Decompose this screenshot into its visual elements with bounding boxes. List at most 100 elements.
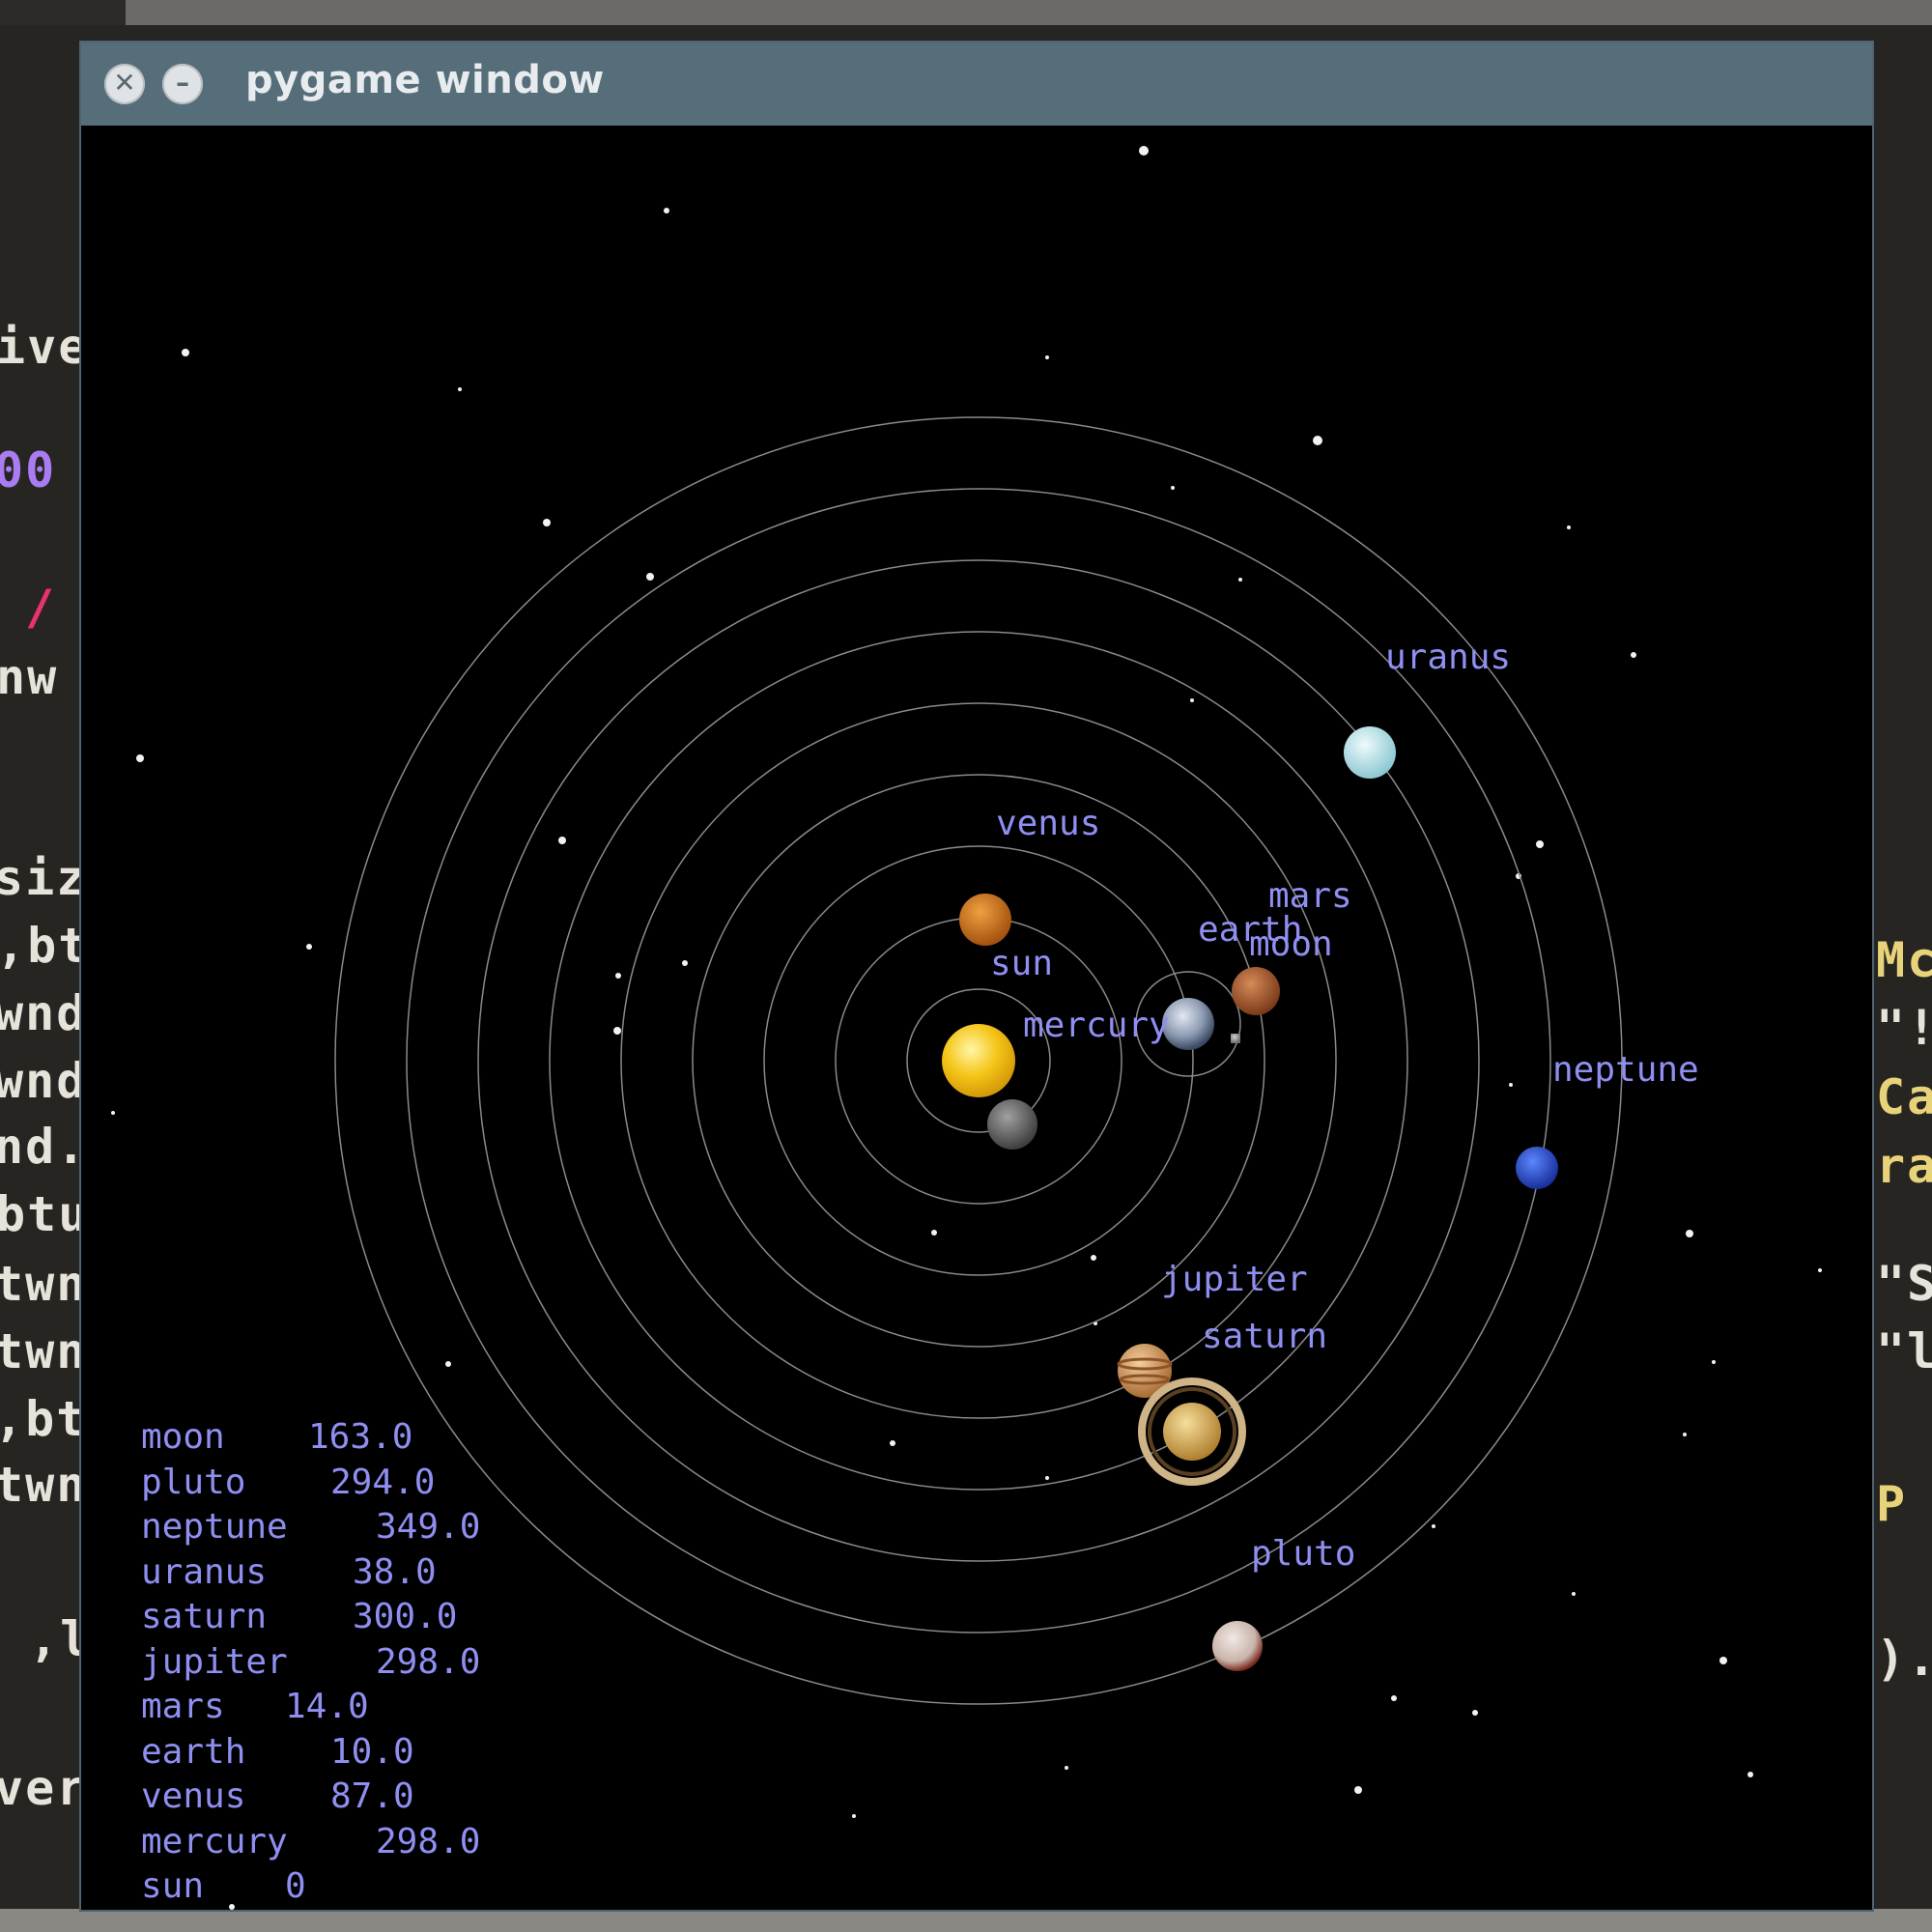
stat-value: 300.0 (353, 1597, 458, 1636)
uranus-body (1344, 726, 1396, 779)
close-button[interactable]: ✕ (104, 64, 145, 104)
neptune-body (1516, 1147, 1558, 1189)
stat-name: sun (141, 1866, 205, 1906)
star (613, 1027, 621, 1035)
editor-code-fragment: twn (0, 1323, 88, 1379)
moon-body (1231, 1034, 1240, 1043)
pygame-canvas[interactable]: uranus venus mars earth moon sun mercury… (81, 126, 1872, 1910)
star (1683, 1433, 1687, 1436)
pluto-body (1212, 1621, 1263, 1671)
star (229, 1904, 235, 1910)
close-icon: ✕ (113, 67, 136, 99)
star (931, 1230, 937, 1236)
minimize-button[interactable]: – (162, 64, 203, 104)
editor-code-fragment: ra (1876, 1138, 1932, 1194)
stat-value: 10.0 (330, 1731, 414, 1772)
stat-value: 38.0 (353, 1551, 437, 1592)
stat-name: pluto (141, 1462, 246, 1502)
editor-code-fragment: twn (0, 1457, 88, 1513)
pygame-window[interactable]: ✕ – pygame window uranus venus mars eart… (79, 41, 1874, 1912)
star (615, 973, 621, 979)
label-mars: mars (1268, 876, 1352, 916)
editor-code-fragment: wnd (0, 985, 88, 1041)
stat-name: moon (141, 1417, 225, 1457)
editor-code-fragment: Ca (1876, 1069, 1932, 1125)
window-titlebar[interactable]: ✕ – pygame window (81, 43, 1872, 127)
label-mercury: mercury (1023, 1006, 1170, 1045)
saturn-body (1163, 1403, 1221, 1461)
editor-code-fragment: 00 (0, 442, 57, 498)
star (1567, 526, 1571, 529)
star (111, 1111, 115, 1115)
stat-name: jupiter (141, 1641, 288, 1682)
mars-body (1232, 967, 1280, 1015)
star (1045, 1476, 1049, 1480)
label-uranus: uranus (1385, 638, 1512, 677)
star (1712, 1360, 1716, 1364)
editor-code-fragment: ,bt (0, 918, 90, 974)
star (1432, 1524, 1435, 1528)
editor-tab-strip (0, 0, 126, 25)
star (445, 1361, 451, 1367)
editor-code-fragment: twn (0, 1256, 88, 1312)
sun-body (942, 1024, 1015, 1097)
stat-value: 14.0 (285, 1687, 369, 1726)
star (306, 944, 312, 950)
label-saturn: saturn (1202, 1317, 1328, 1356)
editor-code-fragment: / (25, 580, 57, 636)
stat-value: 87.0 (330, 1776, 414, 1816)
star (1472, 1710, 1478, 1716)
venus-body (959, 894, 1011, 946)
star (1391, 1695, 1397, 1701)
editor-code-fragment: ). (1876, 1631, 1932, 1687)
star (852, 1814, 856, 1818)
stat-value: 0 (285, 1866, 306, 1906)
stat-name: mercury (141, 1821, 288, 1861)
earth-body (1162, 998, 1214, 1050)
editor-code-fragment: siz (0, 850, 88, 906)
editor-code-fragment: Mc (1876, 932, 1932, 988)
star (646, 573, 654, 581)
star (1354, 1786, 1362, 1794)
star (664, 208, 669, 213)
stat-value: 298.0 (376, 1821, 481, 1861)
editor-code-fragment: "S (1876, 1256, 1932, 1312)
editor-status-strip (0, 1909, 1932, 1932)
star (136, 754, 144, 762)
star (1091, 1255, 1096, 1261)
label-sun: sun (990, 944, 1054, 983)
stat-name: saturn (141, 1597, 268, 1636)
star (543, 519, 551, 526)
editor-code-fragment: wnd (0, 1053, 88, 1109)
stat-name: mars (141, 1687, 225, 1726)
window-title: pygame window (245, 58, 605, 102)
minimize-icon: – (176, 67, 189, 99)
star (1536, 840, 1544, 848)
star (1065, 1766, 1068, 1770)
stat-name: uranus (141, 1551, 268, 1592)
star (1313, 436, 1322, 445)
star (890, 1440, 895, 1446)
label-pluto: pluto (1251, 1534, 1356, 1574)
editor-code-fragment: btu (0, 1186, 90, 1242)
star (182, 349, 189, 356)
stat-name: neptune (141, 1507, 288, 1547)
mercury-body (987, 1099, 1037, 1150)
editor-code-fragment: ver (0, 1760, 88, 1816)
stat-value: 294.0 (330, 1462, 436, 1502)
stat-name: venus (141, 1776, 246, 1816)
editor-code-fragment: "l (1876, 1323, 1932, 1379)
star (1631, 652, 1636, 658)
stat-value: 298.0 (376, 1641, 481, 1682)
stat-value: 163.0 (308, 1417, 413, 1457)
star (1509, 1083, 1513, 1087)
editor-code-fragment: nw (0, 649, 59, 705)
solar-system-scene (111, 146, 1822, 1910)
star (1045, 355, 1049, 359)
star (1719, 1657, 1727, 1664)
star (1818, 1268, 1822, 1272)
editor-code-fragment: P (1876, 1476, 1908, 1532)
stat-name: earth (141, 1731, 246, 1772)
star (1171, 486, 1175, 490)
editor-code-fragment: ive (0, 319, 90, 375)
